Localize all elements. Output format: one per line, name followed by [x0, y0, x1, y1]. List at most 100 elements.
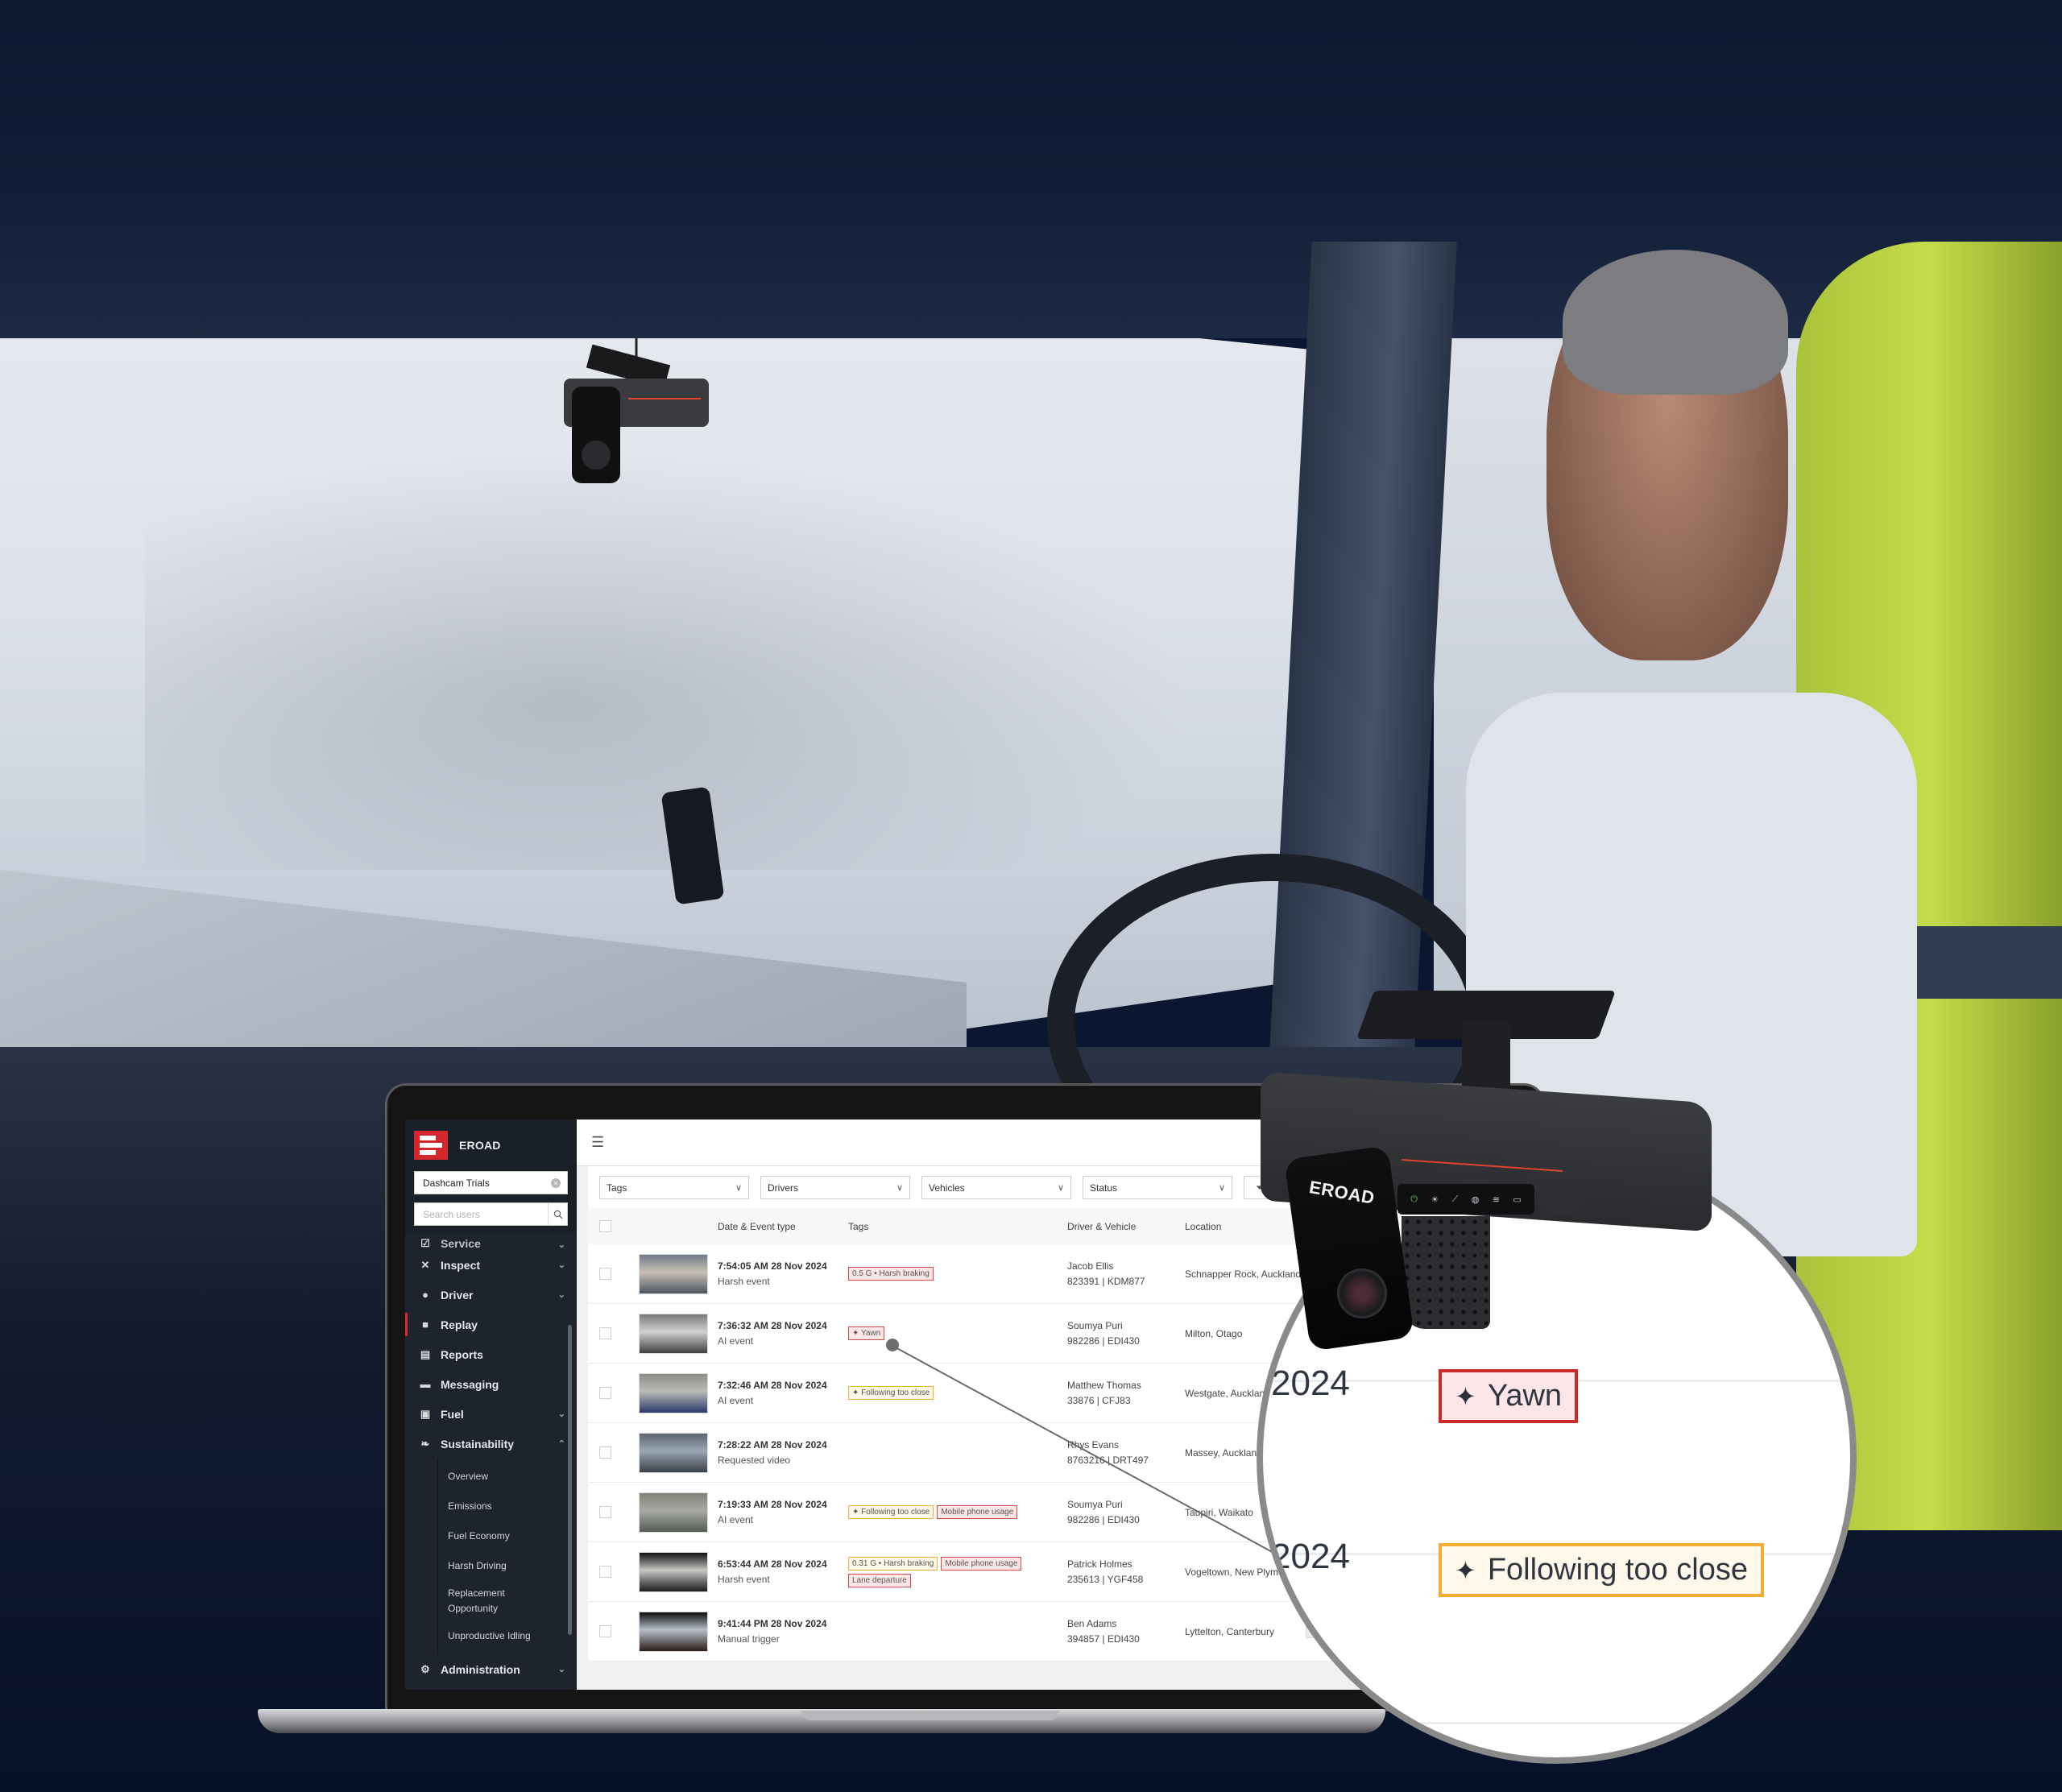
date-cell: 7:28:22 AM 28 Nov 2024 Requested video: [718, 1439, 848, 1466]
chevron-down-icon: ∨: [896, 1183, 903, 1193]
sidebar-item-messaging[interactable]: ▬ Messaging: [405, 1369, 577, 1399]
subnav-item-emissions[interactable]: Emissions: [438, 1492, 577, 1521]
event-datetime: 7:19:33 AM 28 Nov 2024: [718, 1499, 827, 1510]
chevron-down-icon: ∨: [1057, 1183, 1064, 1193]
column-header-date[interactable]: Date & Event type: [718, 1221, 848, 1232]
chevron-down-icon: ∨: [735, 1183, 742, 1193]
event-type: Manual trigger: [718, 1633, 780, 1645]
leaf-icon: ❧: [420, 1437, 430, 1450]
event-tag-label: Yawn: [860, 1329, 881, 1338]
subnav-item-fuel-economy[interactable]: Fuel Economy: [438, 1521, 577, 1551]
sidebar-item-label: Service: [441, 1237, 481, 1250]
filter-vehicles[interactable]: Vehicles ∨: [921, 1176, 1071, 1199]
event-tag[interactable]: 0.5 G • Harsh braking: [848, 1267, 934, 1281]
row-checkbox[interactable]: [599, 1327, 611, 1339]
video-thumbnail[interactable]: [639, 1432, 708, 1473]
video-thumbnail[interactable]: [639, 1313, 708, 1354]
sidebar-item-sustainability[interactable]: ❧ Sustainability ⌃: [405, 1429, 577, 1459]
search-users-input[interactable]: [415, 1203, 548, 1225]
tags-cell: 0.5 G • Harsh braking: [848, 1267, 1067, 1281]
driver-name[interactable]: Soumya Puri: [1067, 1320, 1185, 1331]
video-thumbnail[interactable]: [639, 1372, 708, 1413]
collapse-sidebar-icon[interactable]: ☰: [591, 1134, 604, 1151]
event-datetime: 7:28:22 AM 28 Nov 2024: [718, 1439, 827, 1451]
row-checkbox[interactable]: [599, 1506, 611, 1518]
globe-icon: ◍: [1471, 1194, 1480, 1205]
date-cell: 9:41:44 PM 28 Nov 2024 Manual trigger: [718, 1618, 848, 1645]
video-thumbnail[interactable]: [639, 1492, 708, 1533]
subnav-item-replacement-opportunity[interactable]: Replacement Opportunity: [438, 1581, 519, 1621]
filter-tags[interactable]: Tags ∨: [599, 1176, 749, 1199]
event-tag[interactable]: Lane departure: [848, 1573, 911, 1587]
event-tag[interactable]: Mobile phone usage: [937, 1505, 1018, 1519]
event-tag[interactable]: ✦ Following too close: [848, 1505, 934, 1519]
subnav-item-unproductive-idling[interactable]: Unproductive Idling: [438, 1621, 577, 1651]
chevron-down-icon: ⌄: [557, 1260, 565, 1270]
filter-drivers[interactable]: Drivers ∨: [760, 1176, 910, 1199]
sidebar-item-inspect[interactable]: ✕ Inspect ⌄: [405, 1250, 577, 1280]
event-tag[interactable]: ✦ Yawn: [848, 1326, 885, 1340]
clear-icon[interactable]: ×: [551, 1177, 561, 1188]
sidebar-item-label: Administration: [441, 1662, 520, 1676]
chevron-down-icon: ⌄: [557, 1665, 565, 1674]
camera-icon: ▭: [1513, 1194, 1522, 1205]
event-tag[interactable]: 0.31 G • Harsh braking: [848, 1556, 938, 1571]
sidebar-item-administration[interactable]: ⚙ Administration ⌄: [405, 1654, 577, 1684]
event-tag[interactable]: Mobile phone usage: [941, 1556, 1022, 1571]
magnifier-tag-label: Yawn: [1487, 1379, 1563, 1413]
video-thumbnail[interactable]: [639, 1611, 708, 1652]
driver-name[interactable]: Matthew Thomas: [1067, 1380, 1185, 1391]
driver-name[interactable]: Patrick Holmes: [1067, 1558, 1185, 1570]
admin-user-icon: ⚙: [420, 1662, 430, 1675]
sidebar-item-reports[interactable]: ▤ Reports: [405, 1339, 577, 1369]
wifi-icon: ≋: [1492, 1194, 1500, 1205]
date-cell: 7:36:32 AM 28 Nov 2024 AI event: [718, 1320, 848, 1347]
event-datetime: 6:53:44 AM 28 Nov 2024: [718, 1558, 827, 1570]
subnav-item-harsh-driving[interactable]: Harsh Driving: [438, 1551, 577, 1581]
search-icon[interactable]: [548, 1203, 567, 1225]
video-thumbnail[interactable]: [639, 1551, 708, 1592]
row-checkbox[interactable]: [599, 1268, 611, 1280]
row-checkbox[interactable]: [599, 1446, 611, 1459]
ai-sparkle-icon: ✦: [1455, 1555, 1476, 1585]
sidebar-item-label: Fuel: [441, 1407, 464, 1421]
organisation-select[interactable]: Dashcam Trials ×: [414, 1171, 568, 1194]
magnifier-tag-following-too-close: ✦ Following too close: [1439, 1543, 1764, 1597]
sidebar-item-fuel[interactable]: ▣ Fuel ⌄: [405, 1399, 577, 1429]
row-checkbox[interactable]: [599, 1625, 611, 1637]
sidebar-item-service[interactable]: ☑ Service ⌄: [405, 1234, 577, 1250]
sidebar-scrollbar[interactable]: [568, 1325, 572, 1635]
tags-cell: ✦ Yawn: [848, 1326, 1067, 1340]
tags-cell: 0.31 G • Harsh braking Mobile phone usage…: [848, 1556, 1067, 1587]
driver-cell: Soumya Puri 982286 | EDI430: [1067, 1320, 1185, 1347]
row-checkbox[interactable]: [599, 1387, 611, 1399]
chevron-down-icon: ⌄: [557, 1290, 565, 1300]
driver-name[interactable]: Jacob Ellis: [1067, 1260, 1185, 1272]
event-tag-label: Following too close: [861, 1388, 930, 1397]
select-all-checkbox[interactable]: [599, 1220, 611, 1232]
date-cell: 7:32:46 AM 28 Nov 2024 AI event: [718, 1380, 848, 1406]
sidebar-item-label: Inspect: [441, 1258, 481, 1272]
driver-cell: Matthew Thomas 33876 | CFJ83: [1067, 1380, 1185, 1406]
brand[interactable]: EROAD: [414, 1131, 568, 1160]
brand-name: EROAD: [459, 1139, 501, 1152]
event-tag[interactable]: ✦ Following too close: [848, 1386, 934, 1400]
row-checkbox[interactable]: [599, 1566, 611, 1578]
column-header-tags[interactable]: Tags: [848, 1221, 1067, 1232]
column-header-driver[interactable]: Driver & Vehicle: [1067, 1221, 1185, 1232]
video-thumbnail[interactable]: [639, 1253, 708, 1294]
sidebar-item-driver[interactable]: ● Driver ⌄: [405, 1280, 577, 1310]
subnav-item-overview[interactable]: Overview: [438, 1462, 577, 1492]
location-cell: Lyttelton, Canterbury: [1185, 1625, 1274, 1637]
driver-name[interactable]: Soumya Puri: [1067, 1499, 1185, 1510]
chevron-down-icon: ⌄: [557, 1409, 565, 1419]
event-type: Requested video: [718, 1455, 791, 1466]
driver-name[interactable]: Ben Adams: [1067, 1618, 1185, 1629]
sidebar-item-replay[interactable]: ■ Replay: [405, 1310, 577, 1339]
vehicle-id: 33876 | CFJ83: [1067, 1395, 1131, 1406]
driver-cell: Patrick Holmes 235613 | YGF458: [1067, 1558, 1185, 1585]
event-type: AI event: [718, 1335, 754, 1347]
filter-status[interactable]: Status ∨: [1083, 1176, 1232, 1199]
vehicle-id: 8763216 | DRT497: [1067, 1455, 1149, 1466]
sidebar-item-label: Driver: [441, 1288, 474, 1302]
